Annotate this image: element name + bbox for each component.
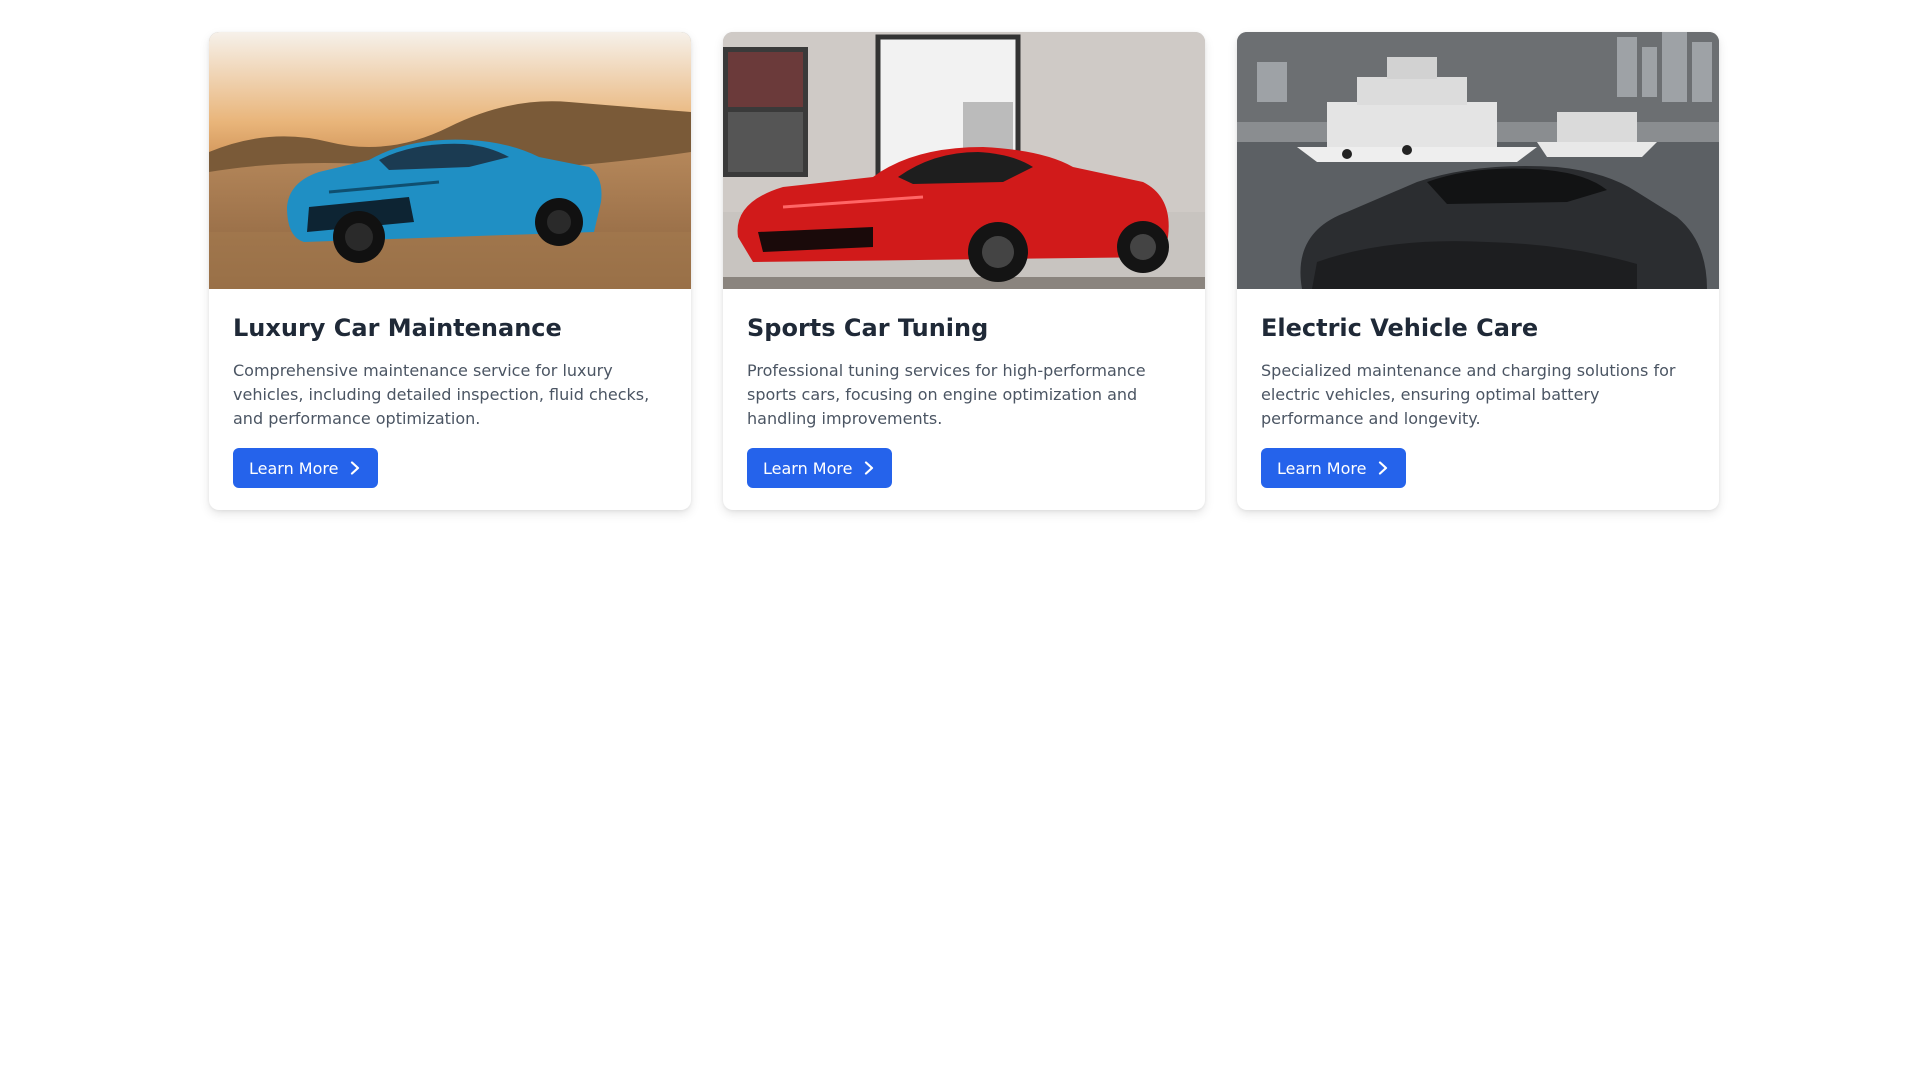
dark-coupe-harbor-yachts-photo xyxy=(1237,32,1719,289)
chevron-right-icon xyxy=(865,461,874,475)
service-card-luxury-maintenance: Luxury Car Maintenance Comprehensive mai… xyxy=(209,32,691,510)
card-description: Specialized maintenance and charging sol… xyxy=(1261,361,1676,428)
card-body: Electric Vehicle Care Specialized mainte… xyxy=(1237,289,1719,510)
card-description: Comprehensive maintenance service for lu… xyxy=(233,361,650,428)
card-title: Electric Vehicle Care xyxy=(1261,314,1539,342)
service-card-sports-tuning: Sports Car Tuning Professional tuning se… xyxy=(723,32,1205,510)
red-supercar-showroom-photo xyxy=(723,32,1205,289)
learn-more-label: Learn More xyxy=(1277,458,1367,478)
chevron-right-icon xyxy=(351,461,360,475)
page: Luxury Car Maintenance Comprehensive mai… xyxy=(0,0,1920,1080)
learn-more-button[interactable]: Learn More xyxy=(747,448,893,488)
service-cards: Luxury Car Maintenance Comprehensive mai… xyxy=(209,32,1719,510)
learn-more-button[interactable]: Learn More xyxy=(1261,448,1407,488)
card-description: Professional tuning services for high-pe… xyxy=(747,361,1146,428)
chevron-right-icon xyxy=(1379,461,1388,475)
card-title: Luxury Car Maintenance xyxy=(233,314,562,342)
card-body: Sports Car Tuning Professional tuning se… xyxy=(723,289,1205,510)
service-card-ev-care: Electric Vehicle Care Specialized mainte… xyxy=(1237,32,1719,510)
card-title: Sports Car Tuning xyxy=(747,314,989,342)
card-body: Luxury Car Maintenance Comprehensive mai… xyxy=(209,289,691,510)
learn-more-button[interactable]: Learn More xyxy=(233,448,379,488)
learn-more-label: Learn More xyxy=(249,458,339,478)
learn-more-label: Learn More xyxy=(763,458,853,478)
blue-sports-car-desert-photo xyxy=(209,32,691,289)
